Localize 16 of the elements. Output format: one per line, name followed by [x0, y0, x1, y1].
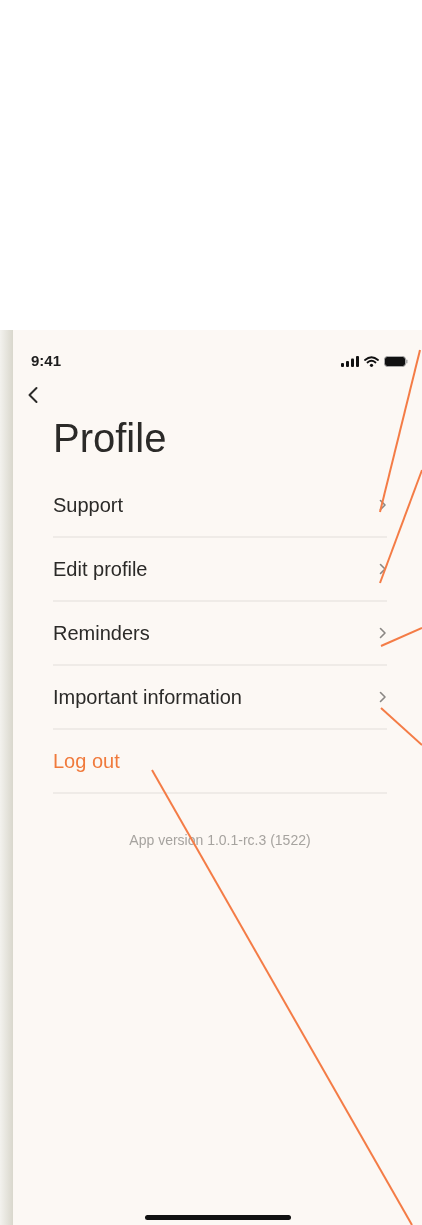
chevron-right-icon: [379, 563, 387, 575]
chevron-right-icon: [379, 691, 387, 703]
back-icon[interactable]: [27, 386, 39, 404]
menu-item[interactable]: Important information: [53, 682, 242, 712]
page-title: Profile: [53, 415, 168, 462]
signal-icon: [341, 355, 359, 367]
menu-item[interactable]: Edit profile: [53, 554, 148, 584]
chevron-right-icon: [379, 499, 387, 511]
status-time: 9:41: [31, 350, 62, 371]
chevron-right-icon: [379, 627, 387, 639]
leader-line: [380, 707, 422, 746]
menu-item[interactable]: Support: [53, 490, 124, 520]
leader-line: [380, 627, 422, 647]
battery-icon: [384, 355, 408, 367]
wifi-icon: [364, 355, 379, 367]
menu-item[interactable]: Reminders: [53, 618, 150, 648]
